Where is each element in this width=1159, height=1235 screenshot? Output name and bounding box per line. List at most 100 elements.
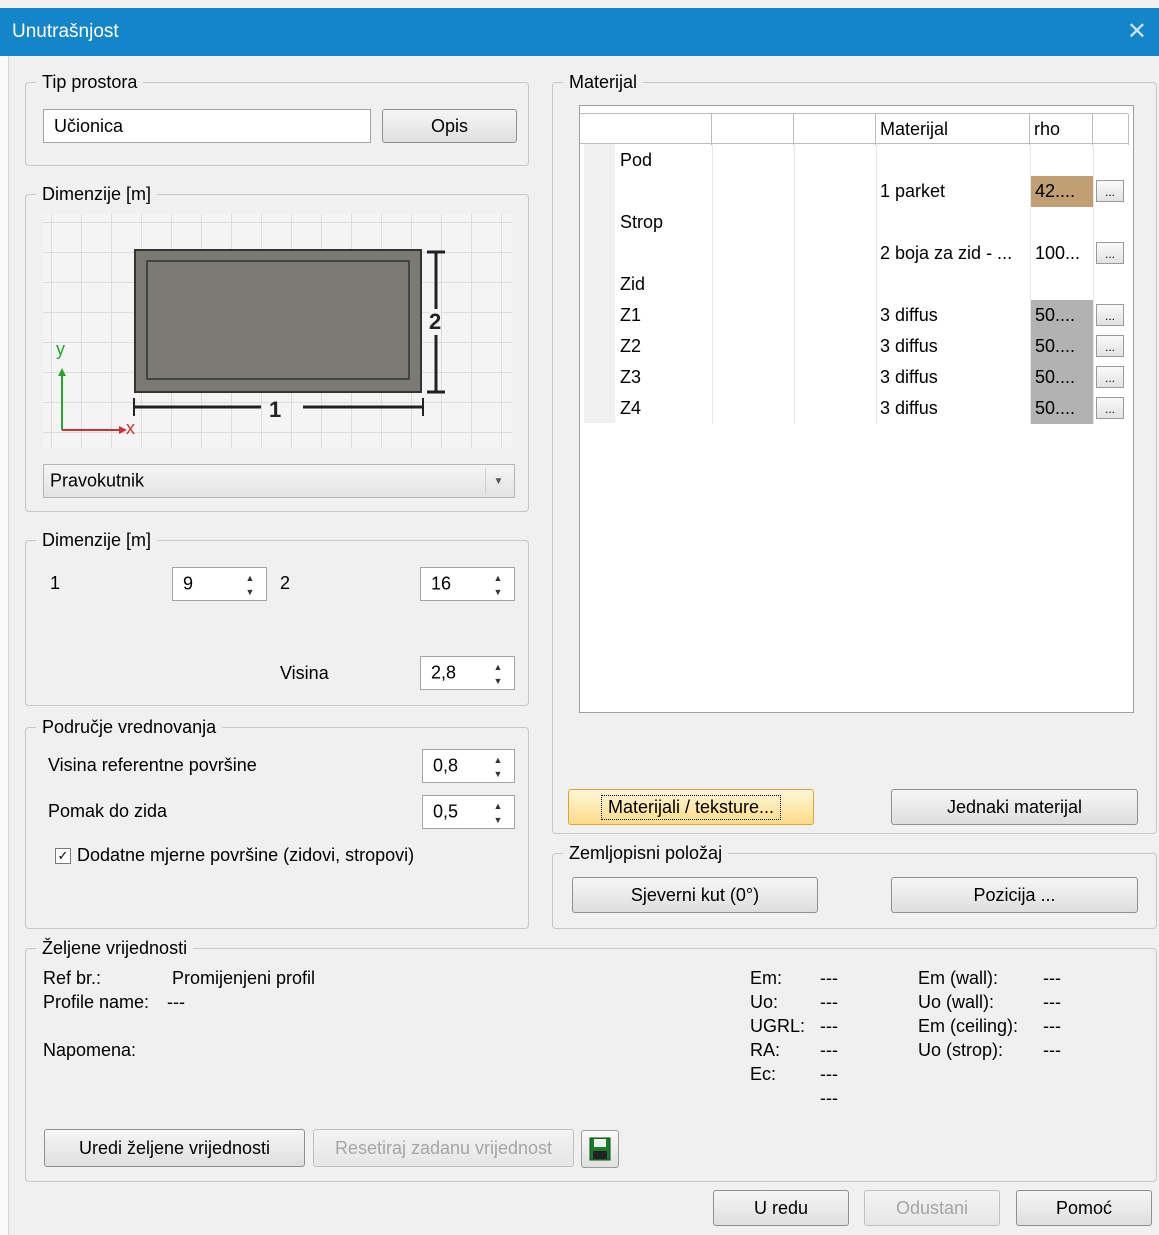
stat-label: Uo: — [750, 992, 779, 1012]
save-icon-button[interactable] — [581, 1130, 619, 1168]
shape-select[interactable]: Pravokutnik ▼ — [43, 464, 515, 498]
spin-arrows-icon[interactable]: ▲ ▼ — [490, 573, 506, 597]
header-col-3[interactable] — [794, 114, 876, 145]
spin-arrows-icon[interactable]: ▲ ▼ — [242, 573, 258, 597]
sjeverni-kut-button[interactable]: Sjeverni kut (0°) — [572, 877, 818, 913]
grid-line — [794, 176, 795, 207]
tip-prostora-title: Tip prostora — [36, 71, 144, 93]
spin-arrows-icon[interactable]: ▲ ▼ — [490, 801, 506, 825]
ok-button[interactable]: U redu — [713, 1190, 849, 1226]
grid-line — [1030, 145, 1031, 176]
dimension-1-label: 1 — [269, 397, 282, 422]
row-rho: 100... — [1031, 238, 1093, 269]
ref-br-label: Ref br.: — [43, 968, 102, 988]
grid-line — [1093, 331, 1094, 362]
dodatne-checkbox[interactable]: ✓ — [55, 848, 71, 864]
tip-prostora-input[interactable]: Učionica — [43, 109, 371, 143]
wall-stat-value: --- — [1043, 992, 1061, 1012]
grid-line — [712, 269, 713, 300]
header-col-1[interactable] — [584, 114, 712, 145]
room-shape-preview: 1 2 y x — [43, 214, 512, 448]
grid-line — [1030, 207, 1031, 238]
spin-arrows-icon[interactable]: ▲ ▼ — [490, 662, 506, 686]
dimension-2-label: 2 — [429, 309, 442, 335]
grid-line — [712, 362, 713, 393]
edit-material-button[interactable]: ... — [1096, 304, 1124, 326]
header-col-2[interactable] — [712, 114, 794, 145]
header-rho[interactable]: rho — [1030, 114, 1093, 145]
close-icon[interactable]: ✕ — [1127, 17, 1147, 46]
grid-line — [876, 269, 877, 300]
chevron-down-icon[interactable]: ▼ — [485, 468, 511, 494]
zemljopisni-title: Zemljopisni položaj — [563, 842, 729, 864]
row-rho: 42.... — [1031, 176, 1093, 207]
dimension-2-stepper[interactable]: 16 ▲ ▼ — [420, 567, 515, 601]
row-category: Z1 — [620, 305, 642, 325]
dimension-1-value: 9 — [183, 573, 194, 594]
stat-label: UGRL: — [750, 1016, 806, 1036]
row-material: 2 boja za zid - ... — [880, 243, 1013, 263]
jednaki-materijal-button[interactable]: Jednaki materijal — [891, 789, 1138, 825]
edit-material-button[interactable]: ... — [1096, 180, 1124, 202]
help-button[interactable]: Pomoć — [1016, 1190, 1152, 1226]
row-category — [620, 176, 710, 207]
grid-line — [712, 393, 713, 424]
visina-stepper[interactable]: 2,8 ▲ ▼ — [420, 656, 515, 690]
visina-referentne-label: Visina referentne površine — [48, 755, 257, 775]
edit-material-button[interactable]: ... — [1096, 397, 1124, 419]
grid-line — [794, 331, 795, 362]
grid-line — [794, 269, 795, 300]
grid-line — [1093, 238, 1094, 269]
grid-line — [1093, 176, 1094, 207]
wall-stat-label: Em (ceiling): — [918, 1016, 1019, 1036]
profile-name-value: --- — [167, 992, 185, 1012]
dimension-1-stepper[interactable]: 9 ▲ ▼ — [172, 567, 267, 601]
visina-referentne-stepper[interactable]: 0,8 ▲ ▼ — [422, 749, 515, 783]
material-row[interactable]: Zid — [580, 269, 1128, 300]
material-row[interactable]: Pod — [580, 145, 1128, 176]
zeljene-title: Željene vrijednosti — [36, 937, 194, 959]
grid-line — [794, 362, 795, 393]
material-row[interactable]: Z3 3 diffus 50....... — [580, 362, 1128, 393]
wall-stat-label: Em (wall): — [918, 968, 998, 988]
row-material: 1 parket — [880, 181, 946, 201]
wall-stat-value: --- — [1043, 1040, 1061, 1060]
material-row[interactable]: Z1 3 diffus 50....... — [580, 300, 1128, 331]
edit-material-button[interactable]: ... — [1096, 335, 1124, 357]
window-left-edge — [0, 56, 9, 1235]
grid-line — [876, 362, 877, 393]
napomena-label: Napomena: — [43, 1040, 137, 1060]
grid-line — [876, 393, 877, 424]
header-materijal[interactable]: Materijal — [876, 114, 1030, 145]
row-header-strip — [584, 144, 615, 423]
edit-material-button[interactable]: ... — [1096, 242, 1124, 264]
uredi-zeljene-button[interactable]: Uredi željene vrijednosti — [44, 1129, 305, 1167]
stat-value: --- — [820, 1088, 838, 1108]
material-row[interactable]: 1 parket 42....... — [580, 176, 1128, 207]
edit-material-button[interactable]: ... — [1096, 366, 1124, 388]
material-row[interactable]: 2 boja za zid - ... 100...... — [580, 238, 1128, 269]
dimension-2-value: 16 — [431, 573, 452, 594]
axis-y-label: y — [56, 339, 65, 359]
grid-line — [794, 393, 795, 424]
row-category: Z2 — [620, 336, 642, 356]
grid-line — [1093, 300, 1094, 331]
pozicija-button[interactable]: Pozicija ... — [891, 877, 1138, 913]
dimension-2-field-label: 2 — [280, 573, 291, 593]
spin-arrows-icon[interactable]: ▲ ▼ — [490, 755, 506, 779]
pomak-stepper[interactable]: 0,5 ▲ ▼ — [422, 795, 515, 829]
grid-line — [876, 176, 877, 207]
material-table[interactable]: Materijal rho Pod 1 parket 42....... Strop 2… — [579, 105, 1134, 713]
material-row[interactable]: Z2 3 diffus 50....... — [580, 331, 1128, 362]
grid-line — [712, 238, 713, 269]
dodatne-checkbox-label[interactable]: Dodatne mjerne površine (zidovi, stropov… — [77, 845, 414, 866]
dialog-window: Unutrašnjost ✕ Tip prostora Učionica Opi… — [0, 0, 1159, 1235]
material-row[interactable]: Strop — [580, 207, 1128, 238]
header-col-last[interactable] — [1093, 114, 1129, 145]
materijali-teksture-button[interactable]: Materijali / teksture... — [568, 789, 814, 825]
opis-button[interactable]: Opis — [382, 109, 517, 143]
stat-value: --- — [820, 968, 838, 988]
grid-line — [712, 331, 713, 362]
grid-line — [712, 207, 713, 238]
material-row[interactable]: Z4 3 diffus 50....... — [580, 393, 1128, 424]
